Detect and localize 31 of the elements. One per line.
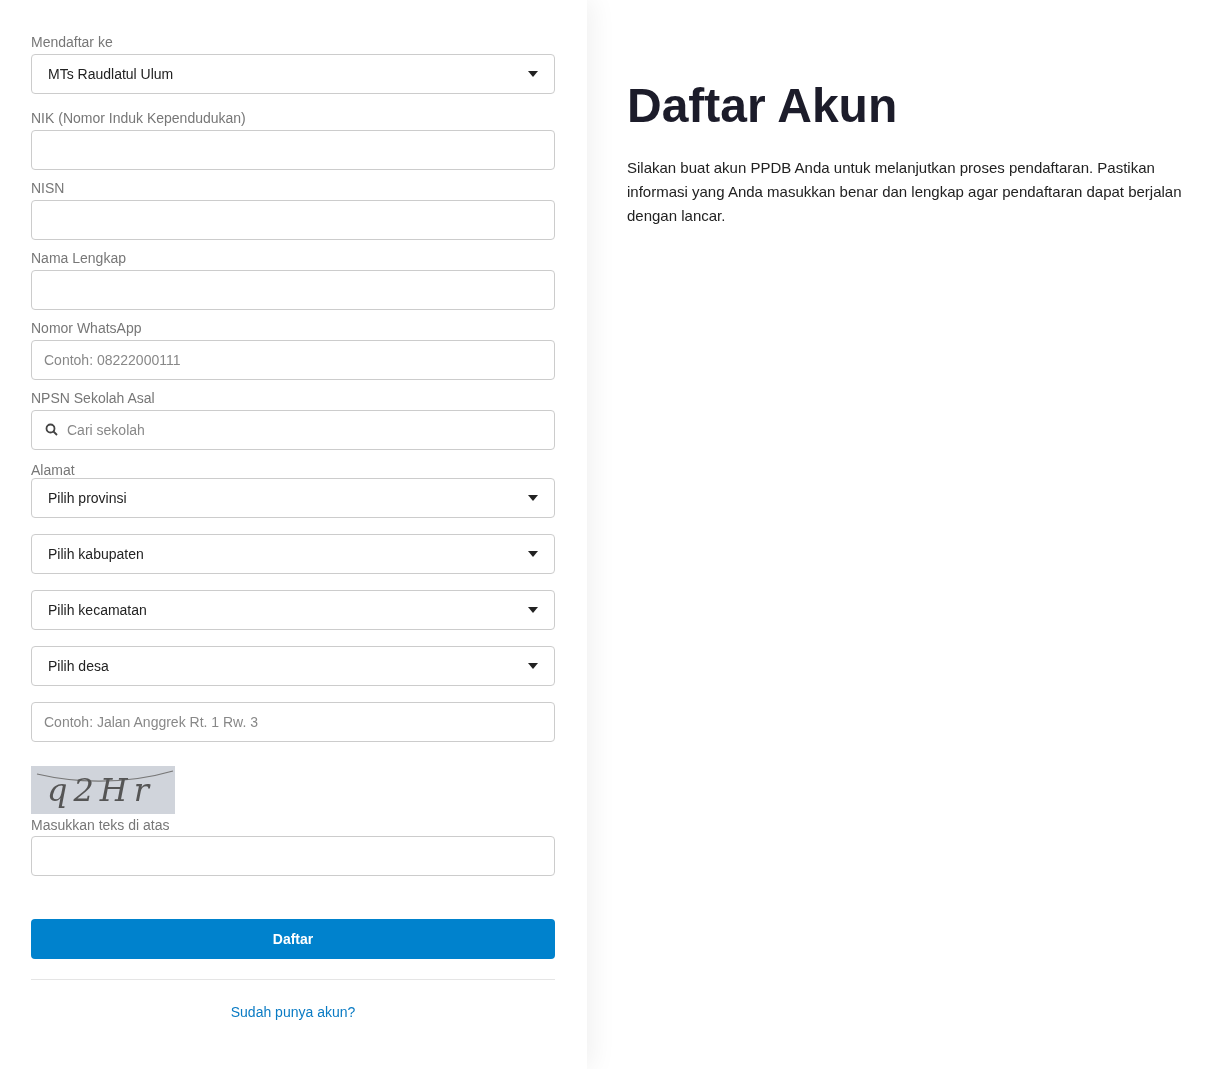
dropdown[interactable]: Pilih desa bbox=[31, 646, 555, 686]
caret-icon bbox=[528, 551, 538, 557]
field-label: Nomor WhatsApp bbox=[31, 319, 143, 337]
field-label: Nama Lengkap bbox=[31, 249, 127, 267]
text-field[interactable] bbox=[31, 270, 555, 310]
field-label: NPSN Sekolah Asal bbox=[31, 389, 156, 407]
dropdown[interactable]: Pilih provinsi bbox=[31, 478, 555, 518]
captcha-field[interactable] bbox=[31, 836, 555, 876]
captcha-image: q2Hr bbox=[31, 766, 175, 814]
field-label: Masukkan teks di atas bbox=[31, 816, 171, 834]
text-field[interactable] bbox=[31, 200, 555, 240]
register-button[interactable]: Daftar bbox=[31, 919, 555, 959]
field-label: Alamat bbox=[31, 461, 76, 479]
field-label: NISN bbox=[31, 179, 66, 197]
dropdown[interactable]: Pilih kabupaten bbox=[31, 534, 555, 574]
login-link[interactable]: Sudah punya akun? bbox=[230, 1002, 356, 1023]
field-label: Mendaftar ke bbox=[31, 33, 114, 51]
search-icon bbox=[45, 423, 59, 437]
caret-icon bbox=[528, 71, 538, 77]
page-title: Daftar Akun bbox=[627, 78, 899, 134]
caret-icon bbox=[528, 607, 538, 613]
caret-icon bbox=[528, 495, 538, 501]
text-field[interactable] bbox=[31, 130, 555, 170]
text-field[interactable]: Contoh: 08222000111 bbox=[31, 340, 555, 380]
address-field[interactable]: Contoh: Jalan Anggrek Rt. 1 Rw. 3 bbox=[31, 702, 555, 742]
dropdown[interactable]: Pilih kecamatan bbox=[31, 590, 555, 630]
search-field[interactable]: Cari sekolah bbox=[31, 410, 555, 450]
dropdown[interactable]: MTs Raudlatul Ulum bbox=[31, 54, 555, 94]
intro-text: Silakan buat akun PPDB Anda untuk melanjutkan proses pendaftaran. Pastikan informasi yang Anda masukkan benar dan lengkap agar pendaftaran dapat berjalan dengan lancar. bbox=[627, 158, 1183, 226]
caret-icon bbox=[528, 663, 538, 669]
field-label: NIK (Nomor Induk Kependudukan) bbox=[31, 109, 247, 127]
